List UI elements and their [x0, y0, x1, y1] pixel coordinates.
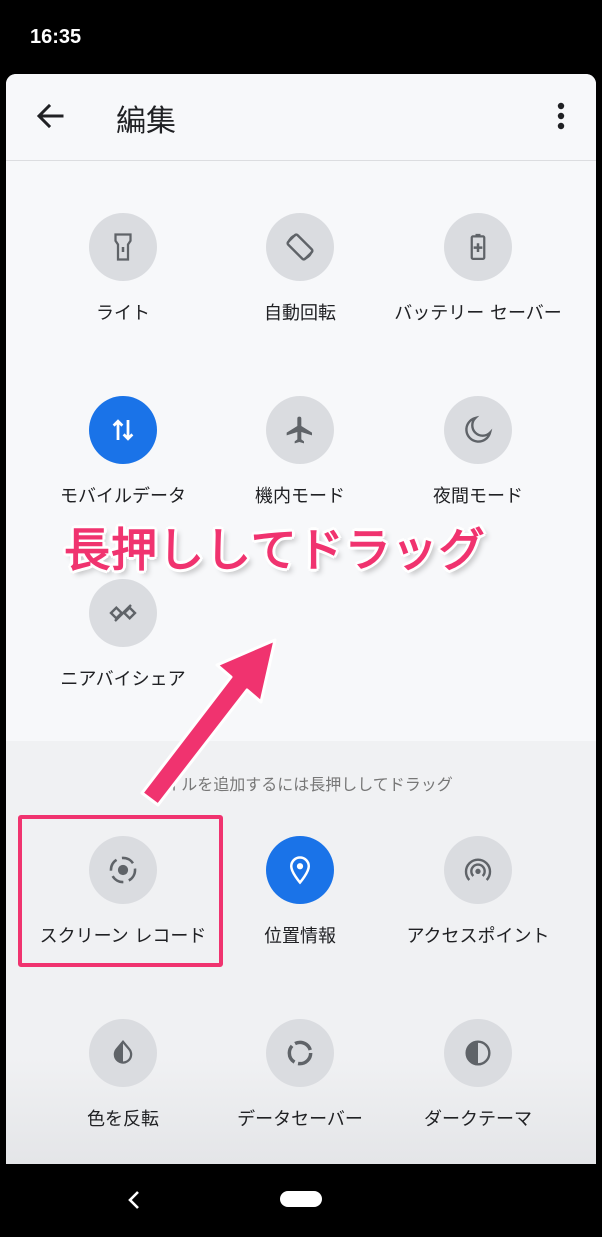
annotation-arrow-icon	[140, 638, 277, 807]
overlay-caption: 長押ししてドラッグ	[64, 523, 486, 577]
nav-home-pill[interactable]	[280, 1191, 322, 1207]
nav-back-icon[interactable]	[124, 1184, 144, 1216]
